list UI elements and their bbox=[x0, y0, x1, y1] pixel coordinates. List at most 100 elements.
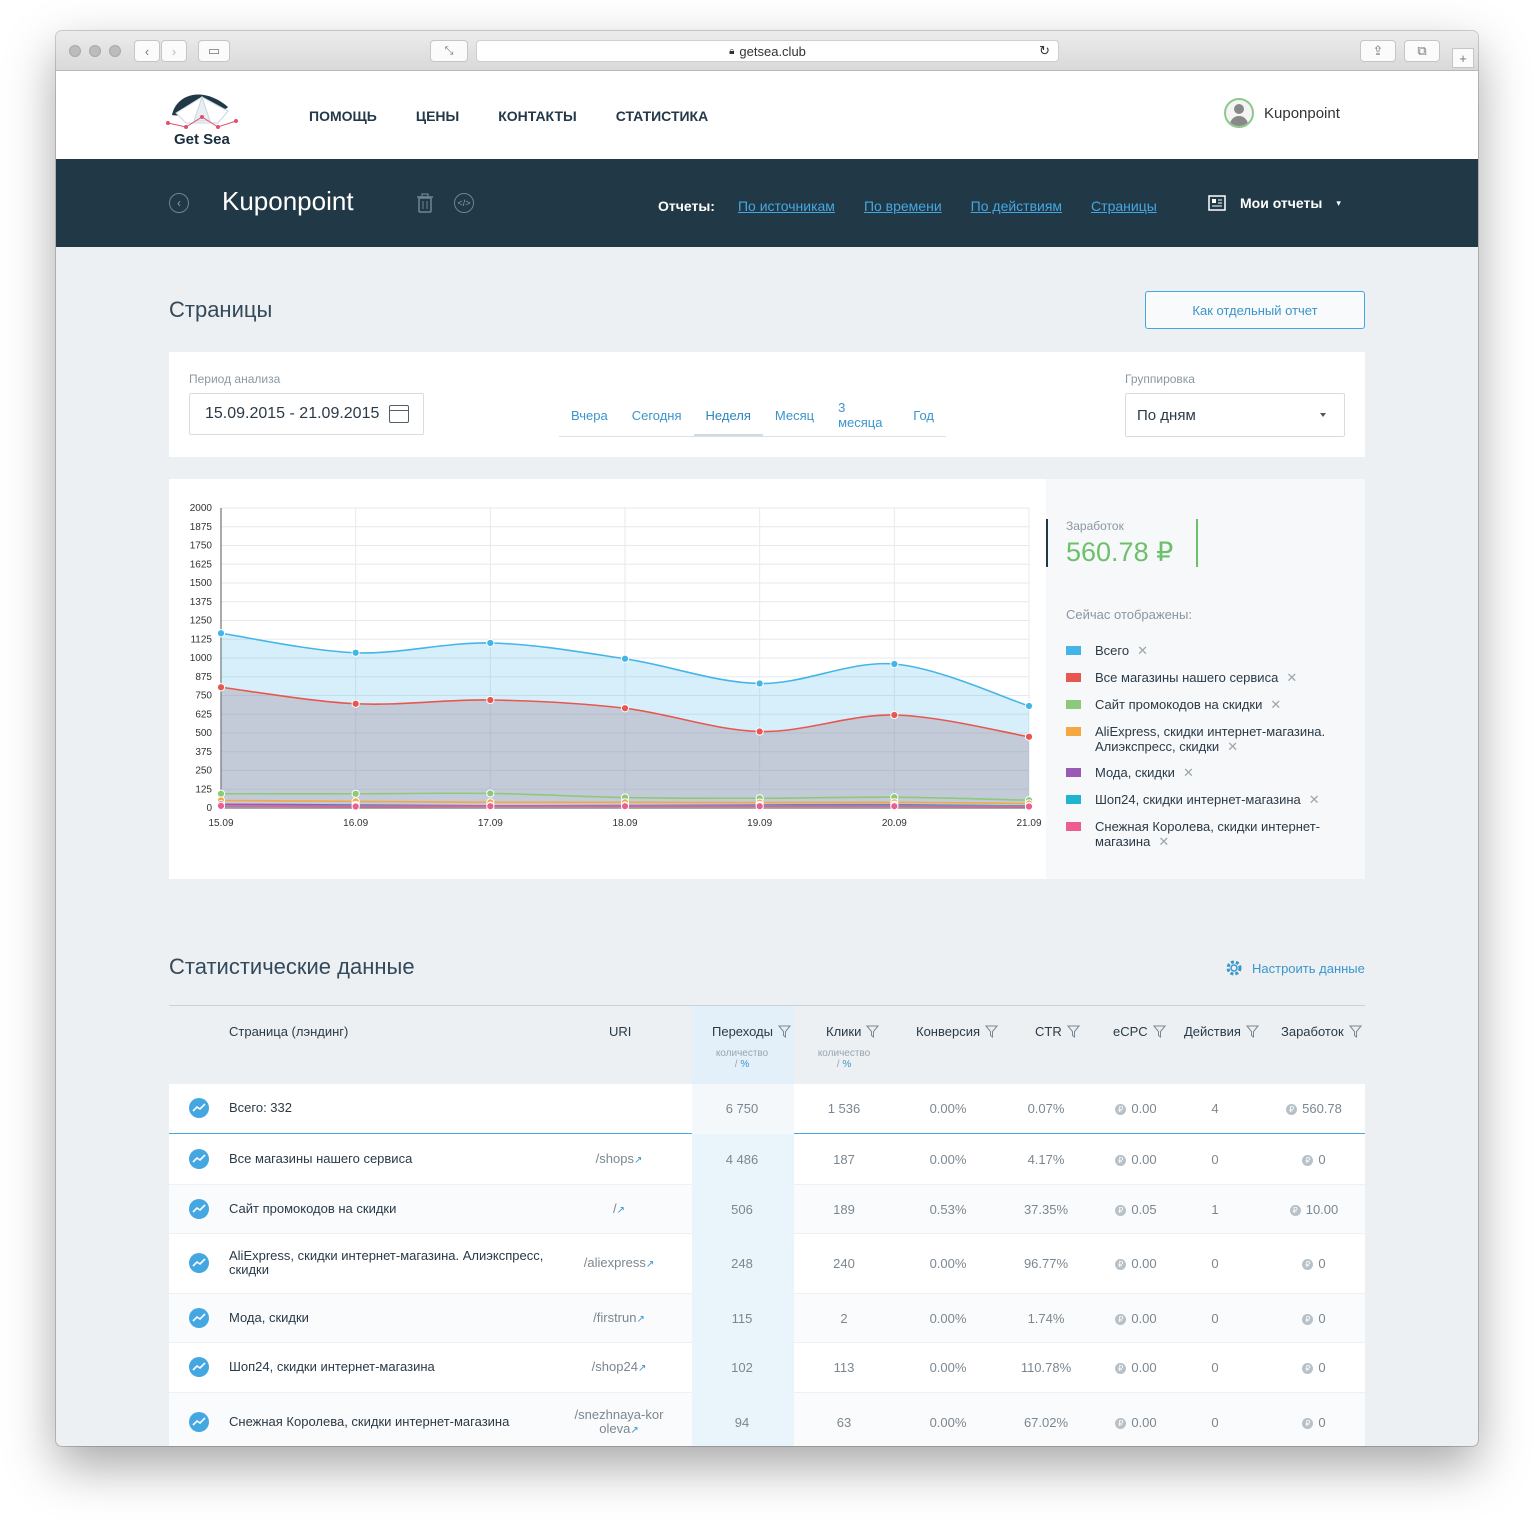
data-point bbox=[755, 679, 764, 688]
tab-yesterday[interactable]: Вчера bbox=[559, 396, 620, 435]
nav-contacts[interactable]: КОНТАКТЫ bbox=[498, 108, 576, 124]
uri-link[interactable]: /snezhnaya-koroleva↗ bbox=[574, 1408, 664, 1438]
remove-series-icon[interactable]: ✕ bbox=[1158, 834, 1169, 849]
legend-item[interactable]: Снежная Королева, скидки интернет-магази… bbox=[1066, 819, 1330, 849]
back-arrow-icon[interactable]: ‹ bbox=[169, 193, 189, 213]
cell-ctr: 4.17% bbox=[1027, 1152, 1065, 1167]
address-bar[interactable]: 🔒︎ getsea.club ↻ bbox=[476, 40, 1059, 62]
legend-item[interactable]: Сайт промокодов на скидки ✕ bbox=[1066, 697, 1281, 712]
external-link-icon[interactable]: ↗ bbox=[646, 1259, 654, 1270]
back-icon[interactable]: ‹ bbox=[134, 40, 160, 62]
user-menu[interactable]: Kuponpoint bbox=[1224, 98, 1340, 128]
cell-conversion: 0.00% bbox=[929, 1152, 967, 1167]
uri-link[interactable]: /aliexpress↗ bbox=[569, 1256, 669, 1272]
external-link-icon[interactable]: ↗ bbox=[634, 1155, 642, 1166]
minimize-window-button[interactable] bbox=[89, 45, 101, 57]
trend-chart-icon[interactable] bbox=[189, 1199, 209, 1219]
th-clicks[interactable]: Клики bbox=[826, 1024, 880, 1039]
trash-icon[interactable] bbox=[416, 193, 434, 213]
remove-series-icon[interactable]: ✕ bbox=[1183, 765, 1194, 780]
embed-code-icon[interactable]: </> bbox=[454, 193, 474, 213]
report-pages-link[interactable]: Страницы bbox=[1091, 198, 1157, 214]
tab-week[interactable]: Неделя bbox=[693, 396, 764, 436]
trend-chart-icon[interactable] bbox=[189, 1412, 209, 1432]
uri-link[interactable]: /shops↗ bbox=[569, 1152, 669, 1168]
forward-icon[interactable]: › bbox=[161, 40, 187, 62]
th-earnings[interactable]: Заработок bbox=[1281, 1024, 1362, 1039]
th-page[interactable]: Страница (лэндинг) bbox=[229, 1024, 348, 1039]
filter-icon[interactable] bbox=[1348, 1025, 1362, 1038]
table-row[interactable]: AliExpress, скидки интернет-магазина. Ал… bbox=[169, 1234, 1365, 1294]
th-transitions[interactable]: Переходы bbox=[712, 1024, 791, 1039]
data-point bbox=[755, 727, 764, 736]
trend-chart-icon[interactable] bbox=[189, 1149, 209, 1169]
page-name: Шоп24, скидки интернет-магазина bbox=[229, 1359, 435, 1374]
remove-series-icon[interactable]: ✕ bbox=[1309, 792, 1320, 807]
remove-series-icon[interactable]: ✕ bbox=[1286, 670, 1297, 685]
trend-chart-icon[interactable] bbox=[189, 1308, 209, 1328]
table-row[interactable]: Шоп24, скидки интернет-магазина/shop24↗ 1… bbox=[169, 1343, 1365, 1393]
reload-icon[interactable]: ↻ bbox=[1039, 43, 1050, 59]
legend-item[interactable]: AliExpress, скидки интернет-магазина. Ал… bbox=[1066, 724, 1330, 754]
my-reports-dropdown[interactable]: Мои отчеты ▾ bbox=[1208, 195, 1341, 211]
nav-statistics[interactable]: СТАТИСТИКА bbox=[616, 108, 709, 124]
tabs-icon[interactable]: ⧉ bbox=[1404, 40, 1440, 62]
legend-item[interactable]: Всего ✕ bbox=[1066, 643, 1148, 658]
tab-3-months[interactable]: 3 месяца bbox=[826, 388, 901, 442]
th-conversion[interactable]: Конверсия bbox=[916, 1024, 999, 1039]
filter-icon[interactable] bbox=[1066, 1025, 1080, 1038]
tab-today[interactable]: Сегодня bbox=[620, 396, 694, 435]
uri-text: /aliexpress bbox=[583, 1255, 646, 1270]
share-icon[interactable]: ⇪ bbox=[1360, 40, 1396, 62]
remove-series-icon[interactable]: ✕ bbox=[1227, 739, 1238, 754]
nav-help[interactable]: ПОМОЩЬ bbox=[309, 108, 377, 124]
uri-link[interactable]: /↗ bbox=[569, 1202, 669, 1218]
close-window-button[interactable] bbox=[69, 45, 81, 57]
th-actions[interactable]: Действия bbox=[1184, 1024, 1259, 1039]
filter-icon[interactable] bbox=[777, 1025, 791, 1038]
fullscreen-icon[interactable]: ⤡ bbox=[430, 40, 468, 62]
external-link-icon[interactable]: ↗ bbox=[636, 1314, 644, 1325]
legend-item[interactable]: Шоп24, скидки интернет-магазина ✕ bbox=[1066, 792, 1320, 807]
filter-icon[interactable] bbox=[866, 1025, 880, 1038]
trend-chart-icon[interactable] bbox=[189, 1253, 209, 1273]
th-ecpc[interactable]: eCPC bbox=[1113, 1024, 1166, 1039]
calendar-icon[interactable] bbox=[389, 405, 409, 423]
table-row[interactable]: Снежная Королева, скидки интернет-магази… bbox=[169, 1393, 1365, 1446]
new-tab-icon[interactable]: + bbox=[1452, 48, 1474, 68]
report-by-time-link[interactable]: По времени bbox=[864, 198, 942, 214]
nav-prices[interactable]: ЦЕНЫ bbox=[416, 108, 459, 124]
external-link-icon[interactable]: ↗ bbox=[638, 1363, 646, 1374]
sidebar-icon[interactable]: ▭ bbox=[198, 40, 230, 62]
tab-year[interactable]: Год bbox=[901, 396, 946, 435]
separate-report-button[interactable]: Как отдельный отчет bbox=[1145, 291, 1365, 329]
table-row[interactable]: Мода, скидки/firstrun↗ 115 2 0.00% 1.74% ₽0.0… bbox=[169, 1294, 1365, 1343]
uri-link[interactable]: /shop24↗ bbox=[569, 1360, 669, 1376]
filter-icon[interactable] bbox=[1245, 1025, 1259, 1038]
configure-data-link[interactable]: Настроить данные bbox=[1224, 958, 1365, 978]
legend-item[interactable]: Все магазины нашего сервиса ✕ bbox=[1066, 670, 1297, 685]
legend-item[interactable]: Мода, скидки ✕ bbox=[1066, 765, 1194, 780]
filter-icon[interactable] bbox=[985, 1025, 999, 1038]
filter-icon[interactable] bbox=[1152, 1025, 1166, 1038]
cell-conversion: 0.00% bbox=[929, 1311, 967, 1326]
date-range-input[interactable]: 15.09.2015 - 21.09.2015 bbox=[189, 393, 424, 435]
th-uri[interactable]: URI bbox=[609, 1024, 631, 1039]
total-row[interactable]: Всего: 332 6 750 1 536 0.00% 0.07% ₽0.00 4 ₽560… bbox=[169, 1084, 1365, 1134]
table-row[interactable]: Сайт промокодов на скидки /↗ 506 189 0.53% 37… bbox=[169, 1185, 1365, 1234]
remove-series-icon[interactable]: ✕ bbox=[1270, 697, 1281, 712]
external-link-icon[interactable]: ↗ bbox=[617, 1205, 625, 1216]
report-by-actions-link[interactable]: По действиям bbox=[971, 198, 1062, 214]
uri-link[interactable]: /firstrun↗ bbox=[569, 1311, 669, 1327]
trend-chart-icon[interactable] bbox=[189, 1098, 209, 1118]
zoom-window-button[interactable] bbox=[109, 45, 121, 57]
table-row[interactable]: Все магазины нашего сервиса/shops↗ 4 486 1… bbox=[169, 1134, 1365, 1185]
report-by-sources-link[interactable]: По источникам bbox=[738, 198, 835, 214]
grouping-select[interactable]: По дням bbox=[1125, 393, 1345, 437]
external-link-icon[interactable]: ↗ bbox=[630, 1425, 638, 1436]
data-point bbox=[620, 704, 630, 713]
th-ctr[interactable]: CTR bbox=[1035, 1024, 1080, 1039]
tab-month[interactable]: Месяц bbox=[763, 396, 826, 435]
remove-series-icon[interactable]: ✕ bbox=[1137, 643, 1148, 658]
trend-chart-icon[interactable] bbox=[189, 1357, 209, 1377]
